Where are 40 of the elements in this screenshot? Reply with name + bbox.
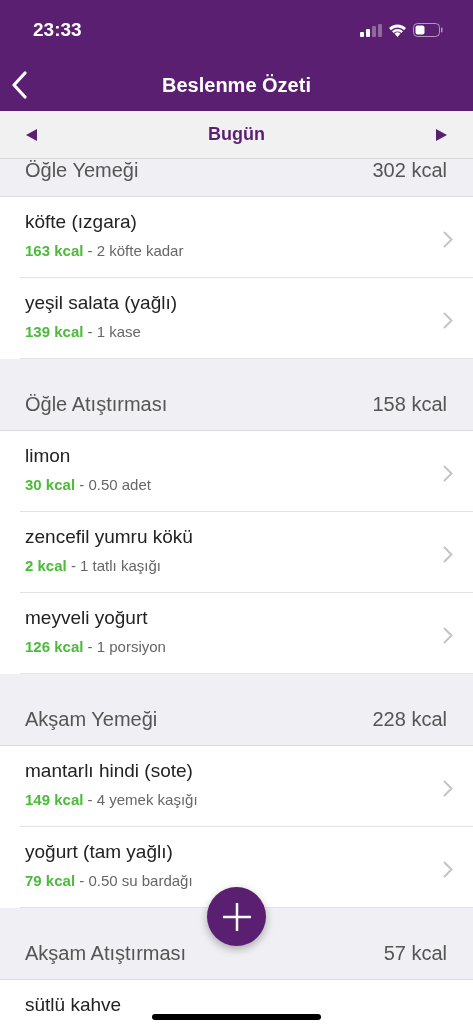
food-name[interactable]: mantarlı hindi (sote) xyxy=(25,760,198,782)
chevron-icon[interactable] xyxy=(443,230,453,248)
signal-icon xyxy=(360,23,382,37)
screen-title: Beslenme Özeti xyxy=(162,74,311,97)
date-label: Bugün xyxy=(208,124,265,145)
chevron-icon[interactable] xyxy=(443,860,453,878)
meal-calories: 158 kcal xyxy=(372,393,447,416)
food-name[interactable]: zencefil yumru kökü xyxy=(25,526,193,548)
food-details: 30 kcal - 0.50 adet xyxy=(25,476,151,493)
food-name[interactable]: sütlü kahve xyxy=(25,994,122,1016)
food-details: 149 kcal - 4 yemek kaşığı xyxy=(25,791,198,808)
meal-calories: 57 kcal xyxy=(383,942,447,965)
meal-title: Akşam Atıştırması xyxy=(25,942,187,965)
food-name[interactable]: limon xyxy=(25,445,151,467)
food-name[interactable]: meyveli yoğurt xyxy=(25,607,166,629)
chevron-icon[interactable] xyxy=(443,311,453,329)
food-name[interactable]: yeşil salata (yağlı) xyxy=(25,292,178,314)
food-details: 126 kcal - 1 porsiyon xyxy=(25,638,166,655)
status-time: 23:33 xyxy=(33,19,82,41)
meal-calories: 228 kcal xyxy=(372,708,447,731)
wifi-icon xyxy=(388,23,407,37)
plus-icon xyxy=(220,900,253,933)
food-details: 2 kcal - 1 tatlı kaşığı xyxy=(25,557,162,574)
food-details: 79 kcal - 0.50 su bardağı xyxy=(25,872,193,889)
previous-day-icon[interactable] xyxy=(26,128,38,141)
food-details: 139 kcal - 1 kase xyxy=(25,323,142,340)
chevron-icon[interactable] xyxy=(443,626,453,644)
chevron-icon[interactable] xyxy=(443,464,453,482)
back-icon[interactable] xyxy=(11,71,27,99)
meal-title: Akşam Yemeği xyxy=(25,708,158,731)
meal-calories: 302 kcal xyxy=(372,159,447,182)
meal-title: Öğle Atıştırması xyxy=(25,393,168,416)
food-name[interactable]: yoğurt (tam yağlı) xyxy=(25,841,193,863)
chevron-icon[interactable] xyxy=(443,779,453,797)
battery-icon xyxy=(413,23,443,37)
next-day-icon[interactable] xyxy=(435,128,447,141)
food-name[interactable]: köfte (ızgara) xyxy=(25,211,184,233)
food-details: 163 kcal - 2 köfte kadar xyxy=(25,242,184,259)
chevron-icon[interactable] xyxy=(443,545,453,563)
meal-title: Öğle Yemeği xyxy=(25,159,139,182)
